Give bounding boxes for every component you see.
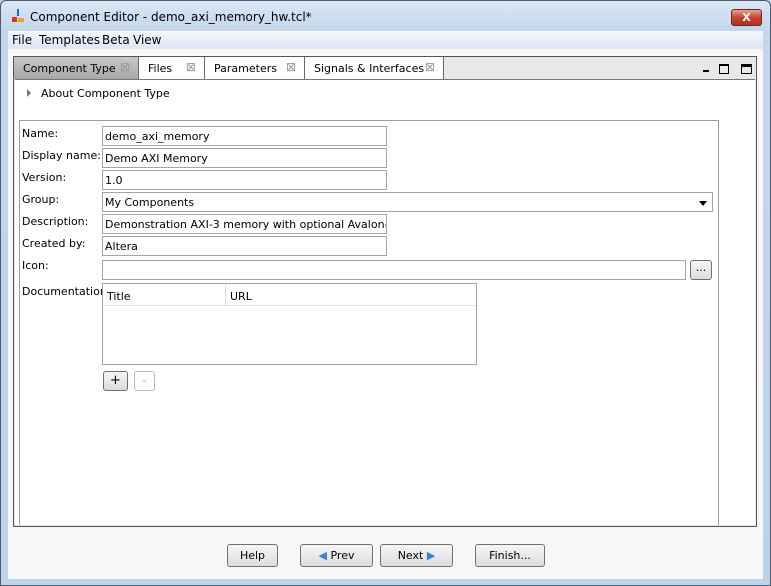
group-label: Group: — [22, 193, 60, 206]
version-label: Version: — [22, 171, 67, 184]
close-button[interactable]: X — [731, 9, 762, 26]
about-section-toggle[interactable]: About Component Type — [41, 87, 170, 100]
tab-parameters[interactable]: Parameters ⊠ — [205, 57, 305, 79]
minimize-icon[interactable] — [703, 70, 709, 72]
menu-beta[interactable]: Beta — [102, 33, 130, 47]
next-button[interactable]: Next ▶ — [380, 544, 453, 567]
version-input[interactable]: 1.0 — [102, 170, 387, 190]
tab-signals-interfaces[interactable]: Signals & Interfaces ⊠ — [305, 57, 444, 79]
close-tab-icon[interactable]: ⊠ — [186, 60, 196, 74]
prev-button[interactable]: ◀ Prev — [300, 544, 373, 567]
documentation-table[interactable]: Title URL — [102, 283, 477, 365]
close-tab-icon[interactable]: ⊠ — [120, 60, 130, 74]
display-name-label: Display name: — [22, 149, 101, 162]
name-label: Name: — [22, 127, 59, 140]
icon-input[interactable] — [102, 260, 686, 280]
description-label: Description: — [22, 215, 89, 228]
arrow-right-icon: ▶ — [426, 549, 436, 562]
tab-label: Files — [148, 62, 173, 75]
close-tab-icon[interactable]: ⊠ — [286, 60, 296, 74]
column-header-title[interactable]: Title — [103, 284, 226, 306]
icon-label: Icon: — [22, 259, 49, 272]
prev-label: Prev — [330, 549, 355, 562]
menu-view[interactable]: View — [133, 33, 161, 47]
close-tab-icon[interactable]: ⊠ — [425, 60, 435, 74]
tab-files[interactable]: Files ⊠ — [139, 57, 205, 79]
tab-component-type[interactable]: Component Type ⊠ — [14, 57, 139, 79]
description-input[interactable]: Demonstration AXI-3 memory with optional… — [102, 214, 387, 234]
detach-icon[interactable] — [719, 64, 729, 74]
documentation-label: Documentation: — [22, 285, 111, 298]
column-header-url[interactable]: URL — [226, 284, 476, 306]
remove-documentation-button[interactable]: - — [134, 371, 155, 391]
name-input[interactable]: demo_axi_memory — [102, 126, 387, 146]
browse-icon-button[interactable]: ... — [690, 260, 712, 280]
next-label: Next — [397, 549, 424, 562]
app-icon — [12, 9, 24, 22]
help-button[interactable]: Help — [227, 544, 278, 567]
arrow-left-icon: ◀ — [318, 549, 327, 562]
group-value: My Components — [105, 196, 195, 209]
finish-button[interactable]: Finish... — [475, 544, 545, 567]
created-by-input[interactable]: Altera — [102, 236, 387, 256]
chevron-down-icon[interactable] — [699, 201, 707, 206]
window-title: Component Editor - demo_axi_memory_hw.tc… — [30, 10, 312, 24]
menu-templates[interactable]: Templates — [39, 33, 100, 47]
menu-bar: File Templates Beta View — [8, 31, 763, 49]
display-name-input[interactable]: Demo AXI Memory — [102, 148, 387, 168]
expand-triangle-icon[interactable] — [27, 89, 31, 97]
menu-file[interactable]: File — [12, 33, 32, 47]
tab-label: Signals & Interfaces — [314, 62, 425, 75]
maximize-icon[interactable] — [741, 64, 752, 74]
group-select[interactable]: My Components — [102, 192, 713, 212]
tab-label: Component Type — [23, 62, 116, 75]
add-documentation-button[interactable]: + — [103, 371, 128, 391]
tab-label: Parameters — [214, 62, 277, 75]
created-by-label: Created by: — [22, 237, 86, 250]
